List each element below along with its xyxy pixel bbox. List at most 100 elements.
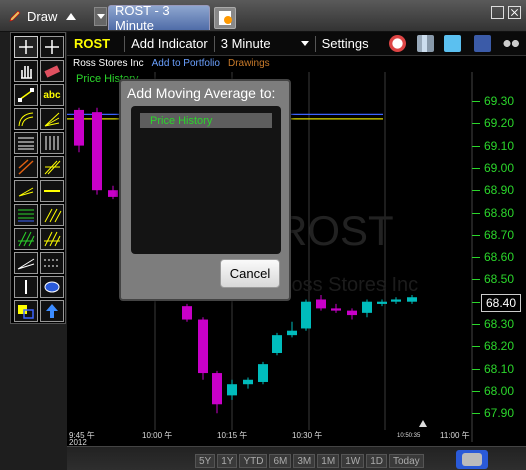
eraser-tool-icon[interactable] — [40, 60, 64, 82]
price-tick — [472, 368, 480, 370]
alarm-clock-icon[interactable] — [389, 35, 406, 52]
horizontal-line-tool-icon[interactable] — [40, 180, 64, 202]
crosshair-tool-2-icon[interactable] — [40, 36, 64, 58]
candle-body — [347, 310, 357, 316]
range-button-1d[interactable]: 1D — [366, 454, 387, 468]
price-tick-label: 68.50 — [484, 272, 515, 287]
hand-tool-icon[interactable] — [14, 60, 38, 82]
watermark-symbol: ROST — [277, 207, 394, 254]
maximize-button[interactable] — [491, 6, 504, 19]
price-tick — [472, 167, 480, 169]
time-tick-label: 10:15 午 — [217, 431, 248, 440]
fan-tool-icon[interactable] — [40, 108, 64, 130]
range-button-6m[interactable]: 6M — [269, 454, 292, 468]
price-tick — [472, 257, 480, 259]
add-moving-average-dialog: Add Moving Average to: Price History Can… — [119, 79, 291, 301]
price-tick-label: 68.10 — [484, 361, 515, 376]
price-tick-label: 69.30 — [484, 94, 515, 108]
tab-list-dropdown[interactable] — [94, 7, 107, 26]
price-tick-label: 69.10 — [484, 138, 515, 153]
candle-body — [74, 109, 84, 146]
chart-subbar: Ross Stores Inc Add to Portfolio Drawing… — [73, 58, 270, 69]
candle-body — [182, 306, 192, 320]
trend-lines-tool-icon[interactable] — [14, 156, 38, 178]
candle-body — [243, 379, 253, 385]
price-tick — [472, 390, 480, 392]
dashed-line-tool-icon[interactable] — [40, 252, 64, 274]
chevron-down-icon[interactable] — [300, 41, 309, 46]
list-item-price-history[interactable]: Price History — [140, 113, 272, 128]
vertical-lines-tool-icon[interactable] — [40, 132, 64, 154]
interval-dropdown[interactable]: 3 Minute — [221, 36, 271, 51]
ellipse-tool-icon[interactable] — [40, 276, 64, 298]
drawing-toolbox: abc — [10, 32, 66, 324]
facebook-icon[interactable] — [474, 35, 491, 52]
vertical-line-tool-icon[interactable] — [14, 276, 38, 298]
grid-tool-2-icon[interactable] — [40, 228, 64, 250]
rectangle-tool-icon[interactable] — [14, 300, 38, 322]
ray-tool-icon[interactable] — [14, 180, 38, 202]
range-button-today[interactable]: Today — [388, 454, 424, 468]
candle-body — [198, 319, 208, 374]
dialog-title: Add Moving Average to: — [127, 85, 276, 101]
channel-tool-icon[interactable] — [40, 156, 64, 178]
candle-body — [272, 335, 282, 353]
fibonacci-tool-icon[interactable] — [14, 132, 38, 154]
price-tick-label: 68.00 — [484, 383, 515, 398]
arrow-up-tool-icon[interactable] — [40, 300, 64, 322]
books-icon[interactable] — [417, 35, 434, 52]
candle-body — [287, 330, 297, 336]
range-button-1y[interactable]: 1Y — [217, 454, 238, 468]
cancel-button[interactable]: Cancel — [220, 259, 280, 288]
price-tick-label: 69.00 — [484, 160, 515, 175]
speed-lines-tool-icon[interactable] — [14, 252, 38, 274]
range-button-ytd[interactable]: YTD — [239, 454, 268, 468]
grid-tool-icon[interactable] — [14, 228, 38, 250]
range-button-3m[interactable]: 3M — [293, 454, 316, 468]
price-tick — [472, 413, 480, 415]
add-to-portfolio-link[interactable]: Add to Portfolio — [152, 58, 220, 69]
price-tick — [472, 234, 480, 236]
add-indicator-button[interactable]: Add Indicator — [131, 36, 208, 51]
range-button-1w[interactable]: 1W — [341, 454, 365, 468]
drawings-link[interactable]: Drawings — [228, 58, 270, 69]
pencil-icon — [9, 10, 21, 22]
twitter-icon[interactable] — [444, 35, 461, 52]
arc-tool-icon[interactable] — [14, 108, 38, 130]
levels-tool-icon[interactable] — [14, 204, 38, 226]
draw-menu-button[interactable]: Draw — [8, 6, 77, 26]
price-tick — [472, 212, 480, 214]
candle-body — [331, 308, 341, 311]
price-tick-label: 68.70 — [484, 227, 515, 242]
candle-body — [92, 112, 102, 191]
binoculars-icon[interactable] — [501, 35, 521, 52]
candle-body — [407, 297, 417, 302]
text-tool-icon[interactable]: abc — [40, 84, 64, 106]
settings-button[interactable]: Settings — [322, 36, 369, 51]
range-buttons: 5Y 1Y YTD 6M 3M 1M 1W 1D Today — [195, 454, 424, 468]
navigator-grip-icon[interactable] — [462, 453, 482, 466]
candle-body — [316, 299, 326, 309]
separator — [124, 35, 126, 52]
tab-rost-3-minute[interactable]: ROST - 3 Minute — [108, 3, 210, 33]
range-button-5y[interactable]: 5Y — [195, 454, 216, 468]
price-tick-label: 68.30 — [484, 317, 515, 331]
candle-body — [212, 373, 222, 405]
price-tick — [472, 279, 480, 281]
pitchfork-tool-icon[interactable] — [40, 204, 64, 226]
timestamp-label: 10:50:35 — [397, 433, 421, 439]
range-button-1m[interactable]: 1M — [317, 454, 340, 468]
price-tick-label: 68.90 — [484, 183, 515, 198]
close-button[interactable] — [508, 6, 521, 19]
new-tab-button[interactable] — [214, 7, 236, 29]
price-tick-label: 68.20 — [484, 339, 515, 354]
price-tick — [472, 101, 480, 102]
candle-body — [362, 301, 372, 313]
price-tick-label: 68.60 — [484, 250, 515, 265]
chevron-down-icon — [96, 14, 105, 19]
time-tick-label: 10:30 午 — [292, 431, 323, 440]
line-segment-tool-icon[interactable] — [14, 84, 38, 106]
symbol-label[interactable]: ROST — [74, 36, 110, 51]
candle-body — [108, 190, 118, 197]
crosshair-tool-icon[interactable] — [14, 36, 38, 58]
